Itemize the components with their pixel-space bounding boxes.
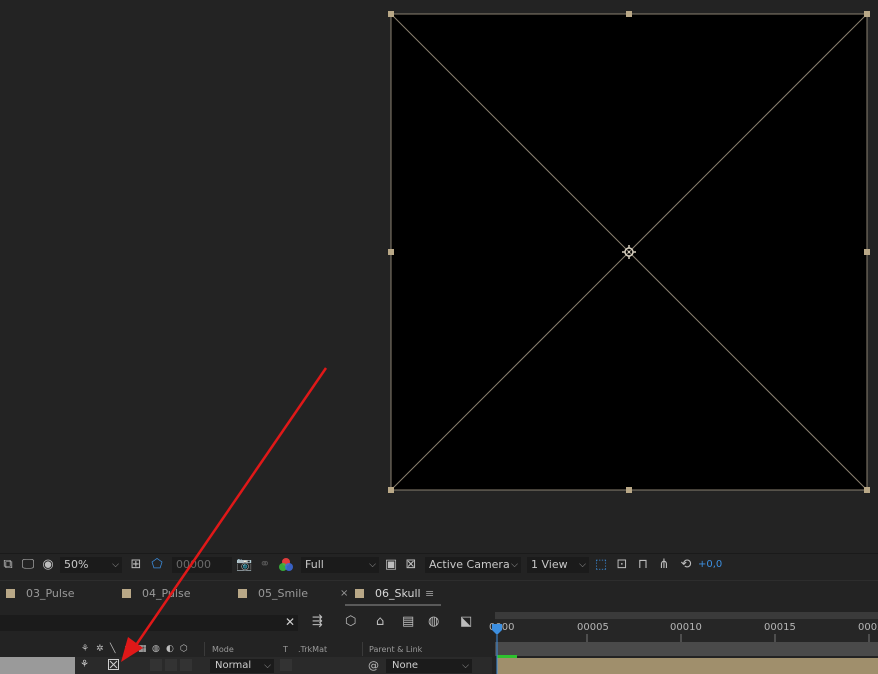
annotation-arrow-icon [121,367,328,662]
